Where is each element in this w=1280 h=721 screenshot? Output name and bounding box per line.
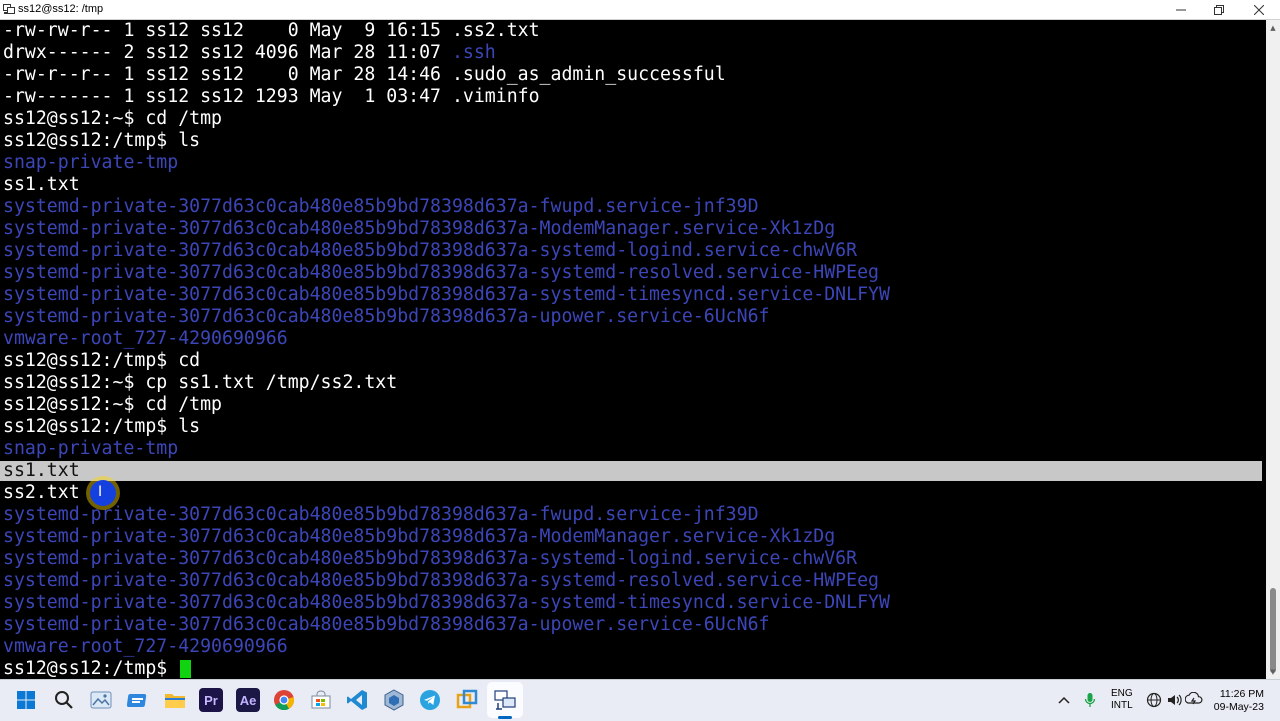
terminal-line: systemd-private-3077d63c0cab480e85b9bd78… xyxy=(3,592,890,613)
terminal-line: ss12@ss12:/tmp$ cd xyxy=(3,350,201,371)
terminal-line: systemd-private-3077d63c0cab480e85b9bd78… xyxy=(3,218,836,239)
restore-icon xyxy=(1214,4,1224,15)
scroll-down-icon[interactable]: ▼ xyxy=(1269,668,1277,676)
terminal-line: systemd-private-3077d63c0cab480e85b9bd78… xyxy=(3,306,770,327)
minimize-icon xyxy=(1176,9,1186,10)
battery-charging-icon[interactable] xyxy=(1185,688,1203,712)
terminal-line: vmware-root_727-4290690966 xyxy=(3,328,288,349)
store-icon[interactable] xyxy=(309,688,333,712)
network-globe-icon[interactable] xyxy=(1145,688,1163,712)
terminal-line: vmware-root_727-4290690966 xyxy=(3,636,288,657)
file-listing-meta: drwx------ 2 ss12 ss12 4096 Mar 28 11:07 xyxy=(3,42,452,63)
folder-icon[interactable] xyxy=(163,688,187,712)
terminal-line: ss1.txt xyxy=(3,174,80,195)
terminal-line: ss12@ss12:~$ cp ss1.txt /tmp/ss2.txt xyxy=(3,372,398,393)
keyboard-layout: INTL xyxy=(1111,700,1133,711)
selection-highlight xyxy=(0,461,1262,481)
terminal-line: systemd-private-3077d63c0cab480e85b9bd78… xyxy=(3,262,879,283)
terminal-line: systemd-private-3077d63c0cab480e85b9bd78… xyxy=(3,240,858,261)
language-indicator[interactable]: ENG INTL xyxy=(1111,688,1133,712)
file-listing-meta: -rw-rw-r-- 1 ss12 ss12 0 May 9 16:15 xyxy=(3,20,452,41)
terminal-line: -rw------- 1 ss12 ss12 1293 May 1 03:47 … xyxy=(3,86,540,108)
terminal-line: systemd-private-3077d63c0cab480e85b9bd78… xyxy=(3,548,858,569)
terminal-line: ss12@ss12:/tmp$ ls xyxy=(3,416,201,437)
clock-time: 11:26 PM xyxy=(1219,688,1264,700)
cursor-click-indicator xyxy=(90,480,116,506)
file-name: .viminfo xyxy=(451,86,540,107)
after-effects-icon[interactable]: Ae xyxy=(236,688,260,712)
terminal-line: systemd-private-3077d63c0cab480e85b9bd78… xyxy=(3,284,890,305)
terminal-line: ss2.txt xyxy=(3,482,80,503)
scrollbar-thumb[interactable] xyxy=(1270,588,1276,673)
window-titlebar[interactable]: ss12@ss12: /tmp xyxy=(0,0,1280,20)
text-cursor-block xyxy=(180,660,192,678)
terminal-line: drwx------ 2 ss12 ss12 4096 Mar 28 11:07… xyxy=(3,42,496,64)
virtualbox-icon[interactable] xyxy=(382,688,406,712)
terminal-line: systemd-private-3077d63c0cab480e85b9bd78… xyxy=(3,614,770,635)
terminal-line: snap-private-tmp xyxy=(3,152,179,173)
terminal-scrollbar[interactable]: ▲ ▼ xyxy=(1266,20,1280,679)
file-explorer-icon[interactable] xyxy=(126,688,150,712)
close-button[interactable] xyxy=(1240,0,1278,19)
file-name: .ssh xyxy=(451,42,496,63)
taskbar: Pr Ae ENG INTL 11:26 PM 09-May-23 xyxy=(0,679,1280,721)
file-name: .ss2.txt xyxy=(451,20,540,41)
terminal-line: systemd-private-3077d63c0cab480e85b9bd78… xyxy=(3,504,759,525)
file-listing-meta: -rw------- 1 ss12 ss12 1293 May 1 03:47 xyxy=(3,86,452,107)
file-name: .sudo_as_admin_successful xyxy=(451,64,726,85)
premiere-pro-icon[interactable]: Pr xyxy=(199,688,223,712)
close-icon xyxy=(1254,4,1264,15)
terminal-line: systemd-private-3077d63c0cab480e85b9bd78… xyxy=(3,196,759,217)
search-icon[interactable] xyxy=(52,688,76,712)
snipping-tool-icon[interactable] xyxy=(455,688,479,712)
terminal-line: systemd-private-3077d63c0cab480e85b9bd78… xyxy=(3,526,836,547)
terminal-line: -rw-rw-r-- 1 ss12 ss12 0 May 9 16:15 .ss… xyxy=(3,20,540,42)
language-code: ENG xyxy=(1111,688,1133,699)
speaker-icon[interactable] xyxy=(1165,688,1183,712)
minimize-button[interactable] xyxy=(1162,0,1200,19)
terminal-app-icon xyxy=(3,4,15,14)
telegram-icon[interactable] xyxy=(418,688,442,712)
scroll-up-icon[interactable]: ▲ xyxy=(1269,24,1277,32)
terminal-line: ss12@ss12:/tmp$ ls xyxy=(3,130,201,151)
active-app-indicator xyxy=(498,716,512,719)
terminal-line: ss1.txt xyxy=(3,460,80,481)
terminal-output[interactable]: -rw-rw-r-- 1 ss12 ss12 0 May 9 16:15 .ss… xyxy=(0,20,1266,679)
chevron-up-icon[interactable] xyxy=(1054,688,1074,712)
network-terminal-icon[interactable] xyxy=(493,688,517,712)
windows-start-icon[interactable] xyxy=(14,688,38,712)
vscode-icon[interactable] xyxy=(345,688,369,712)
terminal-line: ss12@ss12:~$ cd /tmp xyxy=(3,394,222,415)
terminal-line: -rw-r--r-- 1 ss12 ss12 0 Mar 28 14:46 .s… xyxy=(3,64,726,86)
microphone-icon[interactable] xyxy=(1080,688,1100,712)
window-title: ss12@ss12: /tmp xyxy=(18,3,104,15)
system-clock[interactable]: 11:26 PM 09-May-23 xyxy=(1212,688,1264,714)
clock-date: 09-May-23 xyxy=(1213,701,1264,713)
terminal-line: systemd-private-3077d63c0cab480e85b9bd78… xyxy=(3,570,879,591)
file-listing-meta: -rw-r--r-- 1 ss12 ss12 0 Mar 28 14:46 xyxy=(3,64,452,85)
command-prompt[interactable]: ss12@ss12:/tmp$ xyxy=(3,658,192,679)
terminal-line: ss12@ss12:~$ cd /tmp xyxy=(3,108,222,129)
prompt-text: ss12@ss12:/tmp$ xyxy=(3,658,179,679)
maximize-button[interactable] xyxy=(1200,0,1238,19)
terminal-line: snap-private-tmp xyxy=(3,438,179,459)
chrome-icon[interactable] xyxy=(272,688,296,712)
photos-icon[interactable] xyxy=(89,688,113,712)
text-cursor-icon: I xyxy=(98,484,103,500)
